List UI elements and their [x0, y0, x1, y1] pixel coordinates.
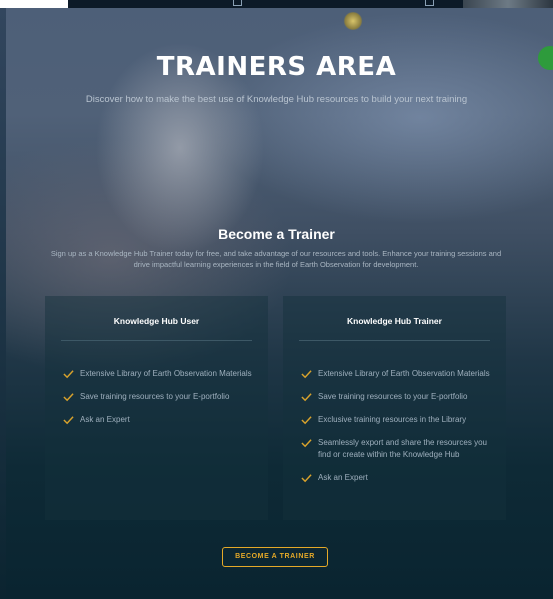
- badge-icon: [343, 12, 363, 30]
- list-item: Seamlessly export and share the resource…: [301, 437, 491, 461]
- list-item: Extensive Library of Earth Observation M…: [63, 368, 253, 380]
- feature-text: Extensive Library of Earth Observation M…: [80, 369, 252, 378]
- check-icon: [301, 416, 312, 425]
- card-divider: [61, 340, 252, 341]
- list-item: Extensive Library of Earth Observation M…: [301, 368, 491, 380]
- external-link-icon[interactable]: [425, 0, 434, 6]
- feature-list: Extensive Library of Earth Observation M…: [301, 368, 491, 495]
- card-divider: [299, 340, 490, 341]
- become-a-trainer-button[interactable]: BECOME A TRAINER: [222, 547, 328, 567]
- check-icon: [301, 474, 312, 483]
- card-title: Knowledge Hub Trainer: [347, 316, 442, 326]
- external-link-icon[interactable]: [233, 0, 242, 6]
- check-icon: [301, 393, 312, 402]
- feature-text: Extensive Library of Earth Observation M…: [318, 369, 490, 378]
- check-icon: [63, 393, 74, 402]
- feature-text: Seamlessly export and share the resource…: [318, 438, 487, 459]
- check-icon: [63, 370, 74, 379]
- list-item: Ask an Expert: [63, 414, 253, 426]
- card-knowledge-hub-user: Knowledge Hub User Extensive Library of …: [45, 296, 268, 520]
- thumbnail-image: [463, 0, 553, 8]
- section-description: Sign up as a Knowledge Hub Trainer today…: [50, 249, 502, 269]
- feature-list: Extensive Library of Earth Observation M…: [63, 368, 253, 437]
- list-item: Save training resources to your E-portfo…: [63, 391, 253, 403]
- feature-text: Ask an Expert: [80, 415, 130, 424]
- list-item: Ask an Expert: [301, 472, 491, 484]
- card-knowledge-hub-trainer: Knowledge Hub Trainer Extensive Library …: [283, 296, 506, 520]
- feature-text: Ask an Expert: [318, 473, 368, 482]
- list-item: Exclusive training resources in the Libr…: [301, 414, 491, 426]
- check-icon: [301, 370, 312, 379]
- top-thumbnail-strip: [68, 0, 553, 8]
- section-title: Become a Trainer: [218, 226, 335, 242]
- card-title: Knowledge Hub User: [113, 316, 200, 326]
- feature-text: Exclusive training resources in the Libr…: [318, 415, 467, 424]
- list-item: Save training resources to your E-portfo…: [301, 391, 491, 403]
- check-icon: [301, 439, 312, 448]
- check-icon: [63, 416, 74, 425]
- feature-text: Save training resources to your E-portfo…: [318, 392, 468, 401]
- page-subtitle: Discover how to make the best use of Kno…: [85, 94, 468, 105]
- feature-text: Save training resources to your E-portfo…: [80, 392, 230, 401]
- page-title: TRAINERS AREA: [156, 52, 397, 82]
